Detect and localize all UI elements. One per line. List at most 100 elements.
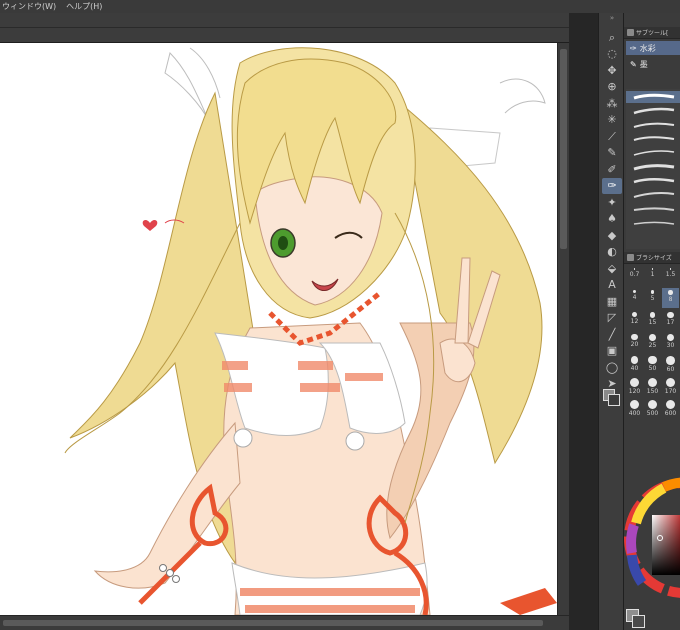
brush-tool-icon[interactable]: ✑	[602, 177, 622, 194]
subtool-panel-tab[interactable]: サブツール[	[624, 27, 680, 39]
brush-size-option[interactable]: 0.7	[626, 266, 643, 286]
brush-size-option[interactable]: 20	[626, 332, 643, 352]
brush-preset-row[interactable]	[626, 119, 680, 131]
collapse-toolbar-icon[interactable]: »	[599, 13, 625, 24]
brush-size-option[interactable]: 500	[644, 398, 661, 418]
brush-preset-row[interactable]	[626, 175, 680, 187]
eyedropper-icon[interactable]: ⟋	[602, 128, 622, 144]
brush-preset-row[interactable]	[626, 147, 680, 159]
brush-size-option[interactable]: 5	[644, 288, 661, 308]
blend-tool-icon[interactable]: ◐	[602, 244, 622, 260]
decoration-tool-icon[interactable]: ♠	[602, 211, 622, 227]
brush-size-dot	[632, 290, 637, 294]
brush-size-value: 50	[648, 365, 657, 373]
frame-tool-icon[interactable]: ▣	[602, 343, 622, 359]
move-tool-icon[interactable]: ✥	[602, 62, 622, 78]
color-wheel[interactable]	[624, 443, 680, 613]
eraser-tool-icon[interactable]: ◆	[602, 227, 622, 243]
brush-size-dot	[650, 290, 655, 294]
operation-tool-icon[interactable]: ⊕	[602, 79, 622, 95]
brush-size-dot	[668, 290, 673, 295]
lasso-tool-icon[interactable]: ◌	[602, 46, 622, 62]
brush-size-value: 12	[630, 318, 639, 326]
brush-size-option[interactable]: 17	[662, 310, 679, 330]
brush-preset-list[interactable]	[626, 89, 680, 249]
brush-preset-row[interactable]	[626, 217, 680, 229]
brush-size-value: 17	[666, 319, 675, 327]
menu-help[interactable]: ヘルプ(H)	[64, 0, 110, 13]
brush-size-dot	[666, 356, 675, 365]
zoom-tool-icon[interactable]: ⌕	[602, 29, 622, 45]
line-tool-icon[interactable]: ╱	[602, 326, 622, 342]
sub-color-swatch[interactable]	[608, 394, 620, 406]
brush-stroke-preview	[633, 192, 675, 198]
brush-stroke-preview	[633, 136, 675, 141]
brush-preset-row[interactable]	[626, 203, 680, 215]
brush-size-option[interactable]: 600	[662, 398, 679, 418]
color-chips	[626, 607, 680, 630]
auto-select-icon[interactable]: ⁂	[602, 95, 622, 111]
brush-size-option[interactable]: 150	[644, 376, 661, 396]
sparkle-tool-icon[interactable]: ✳	[602, 112, 622, 128]
balloon-tool-icon[interactable]: ◯	[602, 359, 622, 375]
fill-tool-icon[interactable]: ⬙	[602, 260, 622, 276]
brush-size-option[interactable]: 25	[644, 332, 661, 352]
figure-tool-icon[interactable]: ◸	[602, 310, 622, 326]
canvas-artwork[interactable]	[0, 43, 557, 615]
vertical-scroll-thumb[interactable]	[560, 49, 567, 249]
brush-stroke-preview	[633, 221, 675, 225]
brush-size-option[interactable]: 170	[662, 376, 679, 396]
subtool-watercolor[interactable]: ✑ 水彩	[626, 41, 680, 55]
menu-window[interactable]: ウィンドウ(W)	[0, 0, 64, 13]
ink-brush-icon: ✎	[630, 59, 637, 69]
sub-drawing-color[interactable]	[632, 615, 645, 628]
brush-size-value: 170	[664, 388, 677, 395]
canvas-vertical-scrollbar[interactable]	[557, 43, 569, 615]
gradient-tool-icon[interactable]: ▦	[602, 293, 622, 309]
horizontal-scroll-thumb[interactable]	[3, 620, 543, 626]
brush-size-dot	[630, 400, 639, 409]
brush-size-option[interactable]: 50	[644, 354, 661, 374]
canvas-area[interactable]	[0, 43, 557, 615]
brush-size-option[interactable]: 15	[644, 310, 661, 330]
brush-size-option[interactable]: 400	[626, 398, 643, 418]
text-tool-icon[interactable]: A	[602, 277, 622, 293]
subtool-ink[interactable]: ✎ 墨	[626, 57, 680, 71]
subtool-tab-icon	[627, 29, 634, 36]
brush-size-option[interactable]: 120	[626, 376, 643, 396]
tool-property-strip	[0, 13, 598, 43]
brush-size-tab-label: ブラシサイズ	[636, 255, 672, 262]
brush-stroke-preview	[633, 107, 675, 115]
brush-size-dot	[648, 356, 657, 365]
pen-tool-icon[interactable]: ✎	[602, 145, 622, 161]
subtool-label: 墨	[639, 59, 648, 69]
panel-gutter	[569, 13, 598, 630]
color-wheel-panel[interactable]	[624, 443, 680, 613]
brush-preset-row[interactable]	[626, 91, 680, 103]
brush-preset-row[interactable]	[626, 105, 680, 117]
brush-size-value: 40	[630, 364, 639, 372]
brush-size-option[interactable]: 40	[626, 354, 643, 374]
brush-preset-row[interactable]	[626, 189, 680, 201]
brush-size-option[interactable]: 1	[644, 266, 661, 286]
brush-size-option[interactable]: 8	[662, 288, 679, 308]
brush-size-dot	[666, 334, 675, 342]
brush-size-option[interactable]: 30	[662, 332, 679, 352]
brush-stroke-preview	[633, 93, 675, 100]
brush-size-option[interactable]: 60	[662, 354, 679, 374]
pencil-tool-icon[interactable]: ✐	[602, 161, 622, 177]
brush-size-option[interactable]: 12	[626, 310, 643, 330]
brush-size-option[interactable]: 4	[626, 288, 643, 308]
brush-size-dot	[630, 378, 639, 387]
airbrush-tool-icon[interactable]: ✦	[602, 194, 622, 210]
brush-stroke-preview	[633, 178, 675, 184]
brush-size-value: 25	[648, 341, 657, 349]
brush-size-value: 150	[646, 388, 659, 395]
brush-preset-row[interactable]	[626, 133, 680, 145]
brush-size-panel-tab[interactable]: ブラシサイズ	[624, 252, 680, 264]
canvas-horizontal-scrollbar[interactable]	[0, 615, 569, 630]
brush-preset-row[interactable]	[626, 161, 680, 173]
brush-size-option[interactable]: 1.5	[662, 266, 679, 286]
brush-stroke-preview	[633, 150, 675, 156]
brush-size-dot	[666, 378, 675, 387]
